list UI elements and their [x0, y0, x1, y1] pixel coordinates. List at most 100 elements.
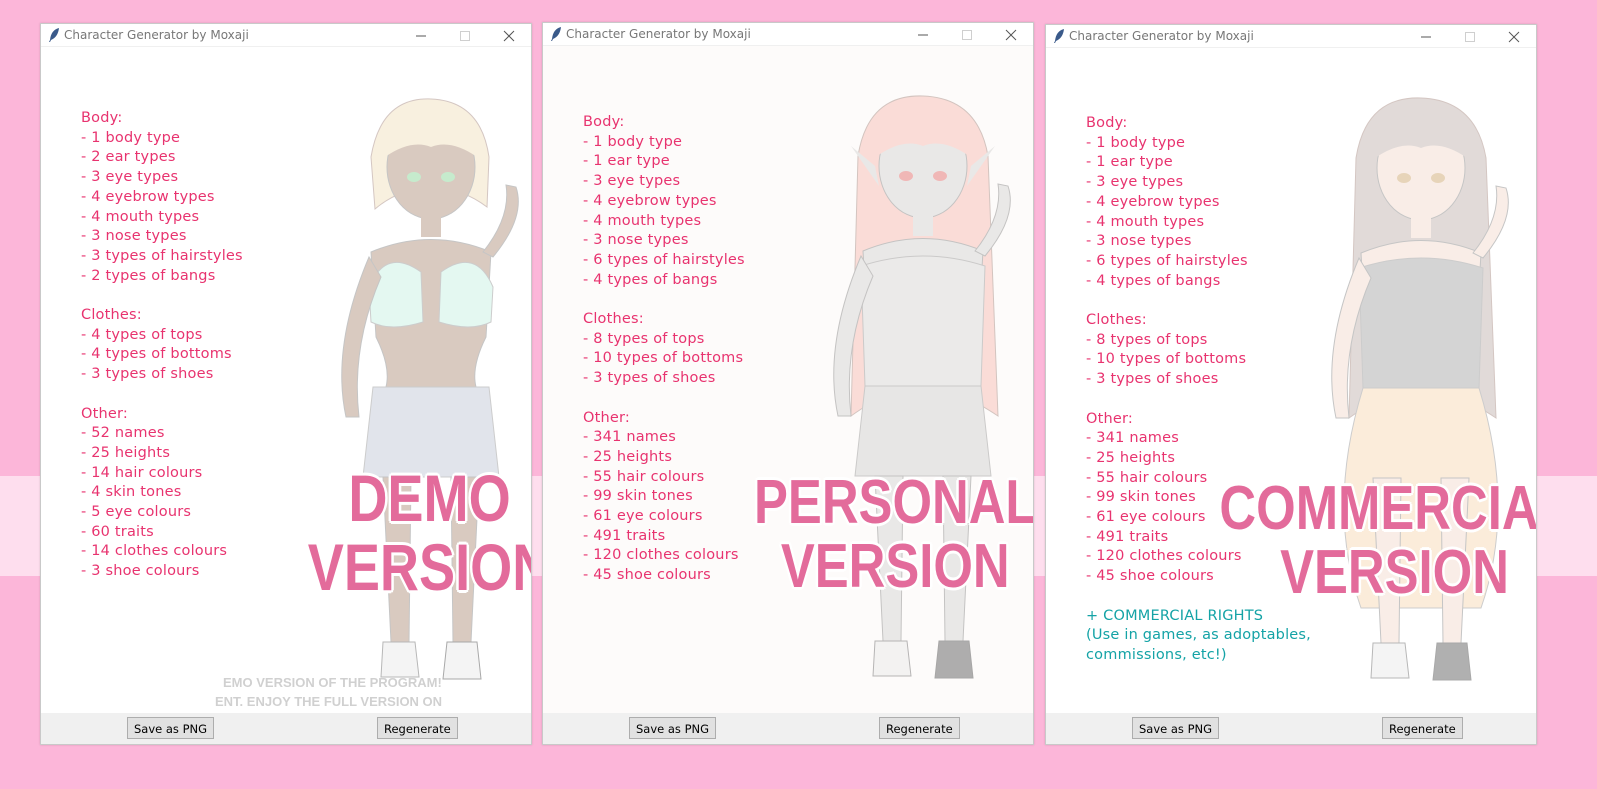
- other-stat: - 61 eye colours: [583, 508, 703, 525]
- clothes-stat: - 10 types of bottoms: [1086, 351, 1247, 368]
- regenerate-button[interactable]: Regenerate: [377, 717, 458, 739]
- body-stat: - 4 mouth types: [1086, 213, 1205, 230]
- regenerate-button[interactable]: Regenerate: [879, 717, 960, 739]
- close-button[interactable]: [487, 24, 531, 46]
- preview-canvas: Body: - 1 body type - 1 ear type - 3 eye ty…: [1046, 48, 1536, 713]
- minimize-button[interactable]: [399, 24, 443, 46]
- window-title: Character Generator by Moxaji: [566, 27, 751, 41]
- save-as-png-button[interactable]: Save as PNG: [1132, 717, 1220, 739]
- body-stat: - 3 nose types: [81, 228, 187, 245]
- version-overlay: DEMO VERSION: [308, 464, 531, 601]
- other-heading: Other:: [583, 409, 631, 426]
- title-bar[interactable]: Character Generator by Moxaji: [41, 24, 531, 47]
- other-stat: - 14 hair colours: [81, 464, 203, 481]
- body-stat: - 6 types of hairstyles: [1086, 252, 1248, 269]
- title-bar[interactable]: Character Generator by Moxaji: [543, 23, 1033, 46]
- maximize-button[interactable]: [945, 23, 989, 45]
- body-stat: - 4 eyebrow types: [1086, 193, 1220, 210]
- body-heading: Body:: [583, 114, 625, 130]
- app-window: Character Generator by Moxaji Body: - 1 bo…: [1045, 24, 1537, 745]
- button-bar: Save as PNG Regenerate: [41, 713, 531, 744]
- body-stat: - 1 body type: [1086, 134, 1186, 151]
- body-stat: - 2 types of bangs: [81, 267, 216, 284]
- app-window: Character Generator by Moxaji Body: - 1 bo…: [542, 22, 1034, 745]
- clothes-heading: Clothes:: [1086, 312, 1147, 329]
- other-stat: - 55 hair colours: [583, 468, 705, 485]
- body-stat: - 4 mouth types: [583, 212, 702, 229]
- eye-right: [933, 171, 947, 181]
- version-overlay: PERSONAL VERSION: [754, 468, 1033, 600]
- save-as-png-button[interactable]: Save as PNG: [629, 717, 717, 739]
- body-stat: - 4 eyebrow types: [583, 192, 717, 209]
- character-figure: [1301, 88, 1531, 702]
- commercial-rights-text: commissions, etc!): [1086, 646, 1227, 663]
- window-title: Character Generator by Moxaji: [1069, 29, 1254, 43]
- neck: [913, 214, 933, 236]
- body-heading: Body:: [1086, 115, 1128, 131]
- top: [1358, 257, 1484, 389]
- eye-right: [441, 172, 455, 182]
- body-stat: - 4 types of bangs: [1086, 272, 1221, 289]
- other-stat: - 341 names: [583, 429, 677, 446]
- version-overlay-line: VERSION: [1280, 538, 1509, 608]
- other-stat: - 491 traits: [583, 527, 666, 544]
- version-overlay: COMMERCIAL VERSION: [1219, 476, 1536, 608]
- clothes-stat: - 4 types of tops: [81, 326, 203, 343]
- other-stat: - 25 heights: [1086, 449, 1176, 466]
- button-bar: Save as PNG Regenerate: [543, 713, 1033, 744]
- clothes-heading: Clothes:: [81, 307, 142, 324]
- other-heading: Other:: [1086, 410, 1134, 427]
- other-stat: - 52 names: [81, 425, 165, 442]
- minimize-icon: [918, 34, 928, 36]
- clothes-heading: Clothes:: [583, 311, 644, 328]
- other-stat: - 14 clothes colours: [81, 543, 228, 560]
- other-stat: - 25 heights: [81, 444, 171, 461]
- save-as-png-button[interactable]: Save as PNG: [127, 717, 215, 739]
- top: [860, 255, 986, 387]
- shoe-left: [1370, 642, 1410, 679]
- version-overlay-line: PERSONAL: [754, 468, 1033, 537]
- regenerate-button[interactable]: Regenerate: [1382, 717, 1463, 739]
- body-stat: - 2 ear types: [81, 149, 176, 166]
- app-window: Character Generator by Moxaji EMO VERSION…: [40, 23, 532, 745]
- close-icon: [1005, 29, 1017, 41]
- other-stat: - 5 eye colours: [81, 504, 192, 521]
- clothes-stat: - 3 types of shoes: [81, 366, 214, 383]
- minimize-button[interactable]: [1404, 25, 1448, 47]
- body-stat: - 4 types of bangs: [583, 271, 718, 288]
- other-stat: - 4 skin tones: [81, 484, 182, 501]
- version-overlay-line: DEMO: [348, 461, 511, 535]
- shoe-right: [442, 641, 482, 680]
- other-stat: - 3 shoe colours: [81, 563, 200, 580]
- shoe-right: [1432, 642, 1472, 681]
- clothes-stat: - 3 types of shoes: [1086, 371, 1219, 388]
- other-stat: - 341 names: [1086, 430, 1180, 447]
- maximize-button[interactable]: [1448, 25, 1492, 47]
- other-heading: Other:: [81, 405, 129, 422]
- version-overlay-line: VERSION: [307, 529, 531, 604]
- shoe-left: [872, 640, 912, 677]
- preview-canvas: EMO VERSION OF THE PROGRAM! ENT. ENJOY TH…: [41, 47, 531, 713]
- body-stat: - 3 types of hairstyles: [81, 247, 243, 264]
- clothes-stat: - 8 types of tops: [1086, 331, 1208, 348]
- eye-right: [1431, 173, 1445, 183]
- close-button[interactable]: [1492, 25, 1536, 47]
- body-stat: - 1 body type: [583, 133, 683, 150]
- minimize-icon: [416, 35, 426, 37]
- title-bar[interactable]: Character Generator by Moxaji: [1046, 25, 1536, 48]
- minimize-button[interactable]: [901, 23, 945, 45]
- maximize-icon: [1465, 32, 1475, 42]
- stats-list: Body: - 1 body type - 1 ear type - 3 eye ty…: [583, 113, 745, 586]
- other-stat: - 99 skin tones: [583, 488, 693, 505]
- shoe-left: [380, 641, 420, 678]
- clothes-stat: - 4 types of bottoms: [81, 346, 232, 363]
- body-stat: - 6 types of hairstyles: [583, 251, 745, 268]
- body-stat: - 3 nose types: [1086, 233, 1192, 250]
- close-button[interactable]: [989, 23, 1033, 45]
- eye-left: [407, 172, 421, 182]
- clothes-stat: - 8 types of tops: [583, 330, 705, 347]
- shoe-right: [934, 640, 974, 679]
- watermark-text: EMO VERSION OF THE PROGRAM!: [223, 675, 442, 690]
- maximize-button[interactable]: [443, 24, 487, 46]
- other-stat: - 45 shoe colours: [583, 567, 711, 584]
